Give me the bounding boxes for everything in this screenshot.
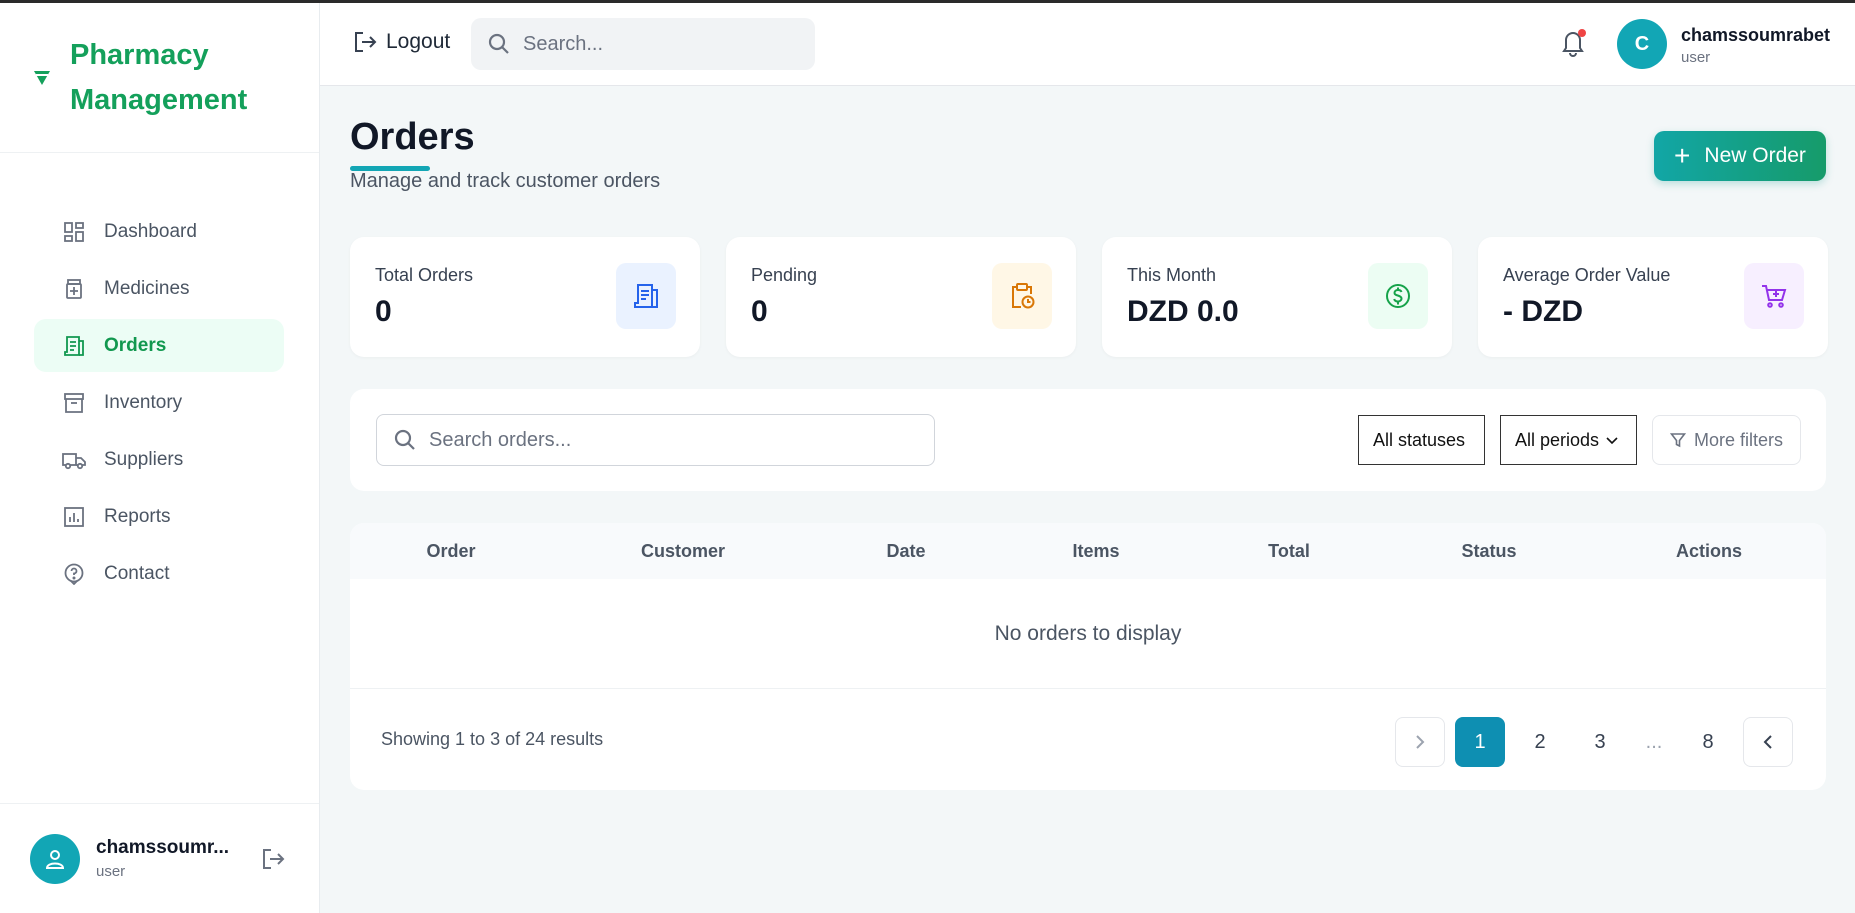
archive-icon [62, 391, 86, 415]
sidebar-item-orders[interactable]: Orders [34, 319, 284, 372]
sidebar-item-suppliers[interactable]: Suppliers [34, 433, 284, 486]
period-select[interactable]: All periods [1500, 415, 1637, 465]
stat-value: - DZD [1503, 295, 1583, 328]
sidebar-item-reports[interactable]: Reports [34, 490, 284, 543]
search-input[interactable] [523, 32, 793, 56]
sidebar-item-medicines[interactable]: Medicines [34, 262, 284, 315]
new-order-label: New Order [1704, 144, 1806, 167]
window-top-border [0, 0, 1855, 3]
stat-card-pending: Pending 0 [726, 237, 1076, 357]
global-search[interactable] [471, 18, 815, 70]
sidebar-item-label: Reports [104, 505, 171, 527]
more-filters-label: More filters [1693, 429, 1783, 450]
dollar-icon [1368, 263, 1428, 329]
search-orders-input[interactable] [429, 428, 929, 452]
help-icon [62, 562, 86, 586]
brand[interactable]: Pharmacy Management [0, 3, 319, 153]
stat-label: Average Order Value [1503, 265, 1671, 285]
results-summary: Showing 1 to 3 of 24 results [381, 729, 604, 749]
chart-icon [62, 505, 86, 529]
user-role: user [1681, 49, 1711, 66]
avatar[interactable] [30, 833, 80, 884]
sidebar: Pharmacy Management Dashboard Medicines … [0, 3, 320, 913]
filter-bar: All statuses All periods More filters [350, 389, 1826, 491]
sidebar-item-contact[interactable]: Contact [34, 547, 284, 600]
stat-label: Total Orders [375, 265, 474, 285]
user-name: chamssoumrabet [1681, 25, 1831, 45]
chevron-left-icon [1763, 735, 1772, 749]
logout-icon[interactable] [260, 846, 286, 872]
column-header-items[interactable]: Items [1072, 541, 1119, 562]
stat-label: Pending [751, 265, 818, 285]
receipt-icon [616, 263, 676, 329]
receipt-icon [62, 334, 86, 358]
sidebar-item-label: Suppliers [104, 448, 184, 470]
plus-icon: + [1674, 140, 1691, 171]
more-filters-button[interactable]: More filters [1652, 415, 1801, 465]
column-header-actions: Actions [1675, 541, 1743, 561]
page-button-1[interactable]: 1 [1455, 717, 1505, 767]
order-search[interactable] [376, 414, 935, 466]
next-page-button[interactable] [1395, 717, 1445, 767]
page-subtitle: Manage and track customer orders [350, 170, 661, 192]
sidebar-item-label: Inventory [104, 391, 183, 413]
page-button-8[interactable]: 8 [1683, 717, 1733, 767]
stat-card-average-order-value: Average Order Value - DZD [1478, 237, 1828, 357]
brand-name: Pharmacy Management [70, 38, 248, 116]
column-header-status[interactable]: Status [1461, 541, 1516, 562]
orders-table: Order Customer Date Items Total Status A… [350, 523, 1826, 790]
page-title: Orders [350, 116, 475, 158]
avatar[interactable]: C [1617, 19, 1667, 69]
logout-button[interactable]: Logout [352, 29, 450, 55]
user-menu[interactable]: chamssoumrabet user [1681, 25, 1830, 66]
period-select-value: All periods [1515, 429, 1600, 450]
stat-value: DZD 0.0 [1127, 295, 1239, 328]
stat-label: This Month [1127, 265, 1217, 285]
stat-value: 0 [375, 295, 392, 328]
page-ellipsis: ... [1645, 730, 1663, 753]
search-icon [488, 33, 509, 54]
page-button-2[interactable]: 2 [1515, 717, 1565, 767]
truck-icon [62, 448, 86, 472]
sidebar-item-inventory[interactable]: Inventory [34, 376, 284, 429]
stat-card-this-month: This Month DZD 0.0 [1102, 237, 1452, 357]
status-select-value: All statuses [1373, 429, 1466, 450]
previous-page-button[interactable] [1743, 717, 1793, 767]
chevron-right-icon [1416, 735, 1425, 749]
column-header-customer[interactable]: Customer [641, 541, 725, 562]
sidebar-item-label: Orders [104, 334, 167, 356]
sidebar-user-footer: chamssoumr... user [0, 803, 319, 913]
sidebar-item-label: Contact [104, 562, 170, 584]
stat-value: 0 [751, 295, 768, 328]
filter-icon [1669, 433, 1686, 448]
sidebar-item-dashboard[interactable]: Dashboard [34, 205, 284, 258]
logout-label: Logout [386, 30, 451, 53]
medicine-icon [62, 277, 86, 301]
sidebar-item-label: Medicines [104, 277, 190, 299]
chevron-down-icon [1606, 437, 1618, 445]
logout-icon [355, 32, 377, 52]
column-header-date[interactable]: Date [886, 541, 925, 562]
notifications-button[interactable] [1558, 26, 1588, 58]
dashboard-icon [62, 220, 86, 244]
status-select[interactable]: All statuses [1358, 415, 1485, 465]
stat-card-total-orders: Total Orders 0 [350, 237, 700, 357]
top-header: Logout C chamssoumrabet user [320, 3, 1855, 86]
new-order-button[interactable]: + New Order [1654, 131, 1826, 181]
column-header-total[interactable]: Total [1268, 541, 1310, 562]
sidebar-user-name: chamssoumr... [96, 837, 230, 858]
search-icon [394, 429, 415, 450]
notification-dot [1578, 29, 1586, 37]
empty-state: No orders to display [350, 579, 1826, 689]
sidebar-user-role: user [96, 863, 126, 880]
cart-icon [1744, 263, 1804, 329]
page-button-3[interactable]: 3 [1575, 717, 1625, 767]
column-header-order[interactable]: Order [426, 541, 475, 562]
sidebar-item-label: Dashboard [104, 220, 197, 242]
sidebar-nav: Dashboard Medicines Orders Inventory Sup… [0, 153, 319, 600]
pagination-bar: Showing 1 to 3 of 24 results 1 2 3 ... 8 [350, 689, 1826, 789]
table-header: Order Customer Date Items Total Status A… [350, 523, 1826, 579]
pharmacy-logo-icon [32, 68, 52, 88]
clipboard-clock-icon [992, 263, 1052, 329]
